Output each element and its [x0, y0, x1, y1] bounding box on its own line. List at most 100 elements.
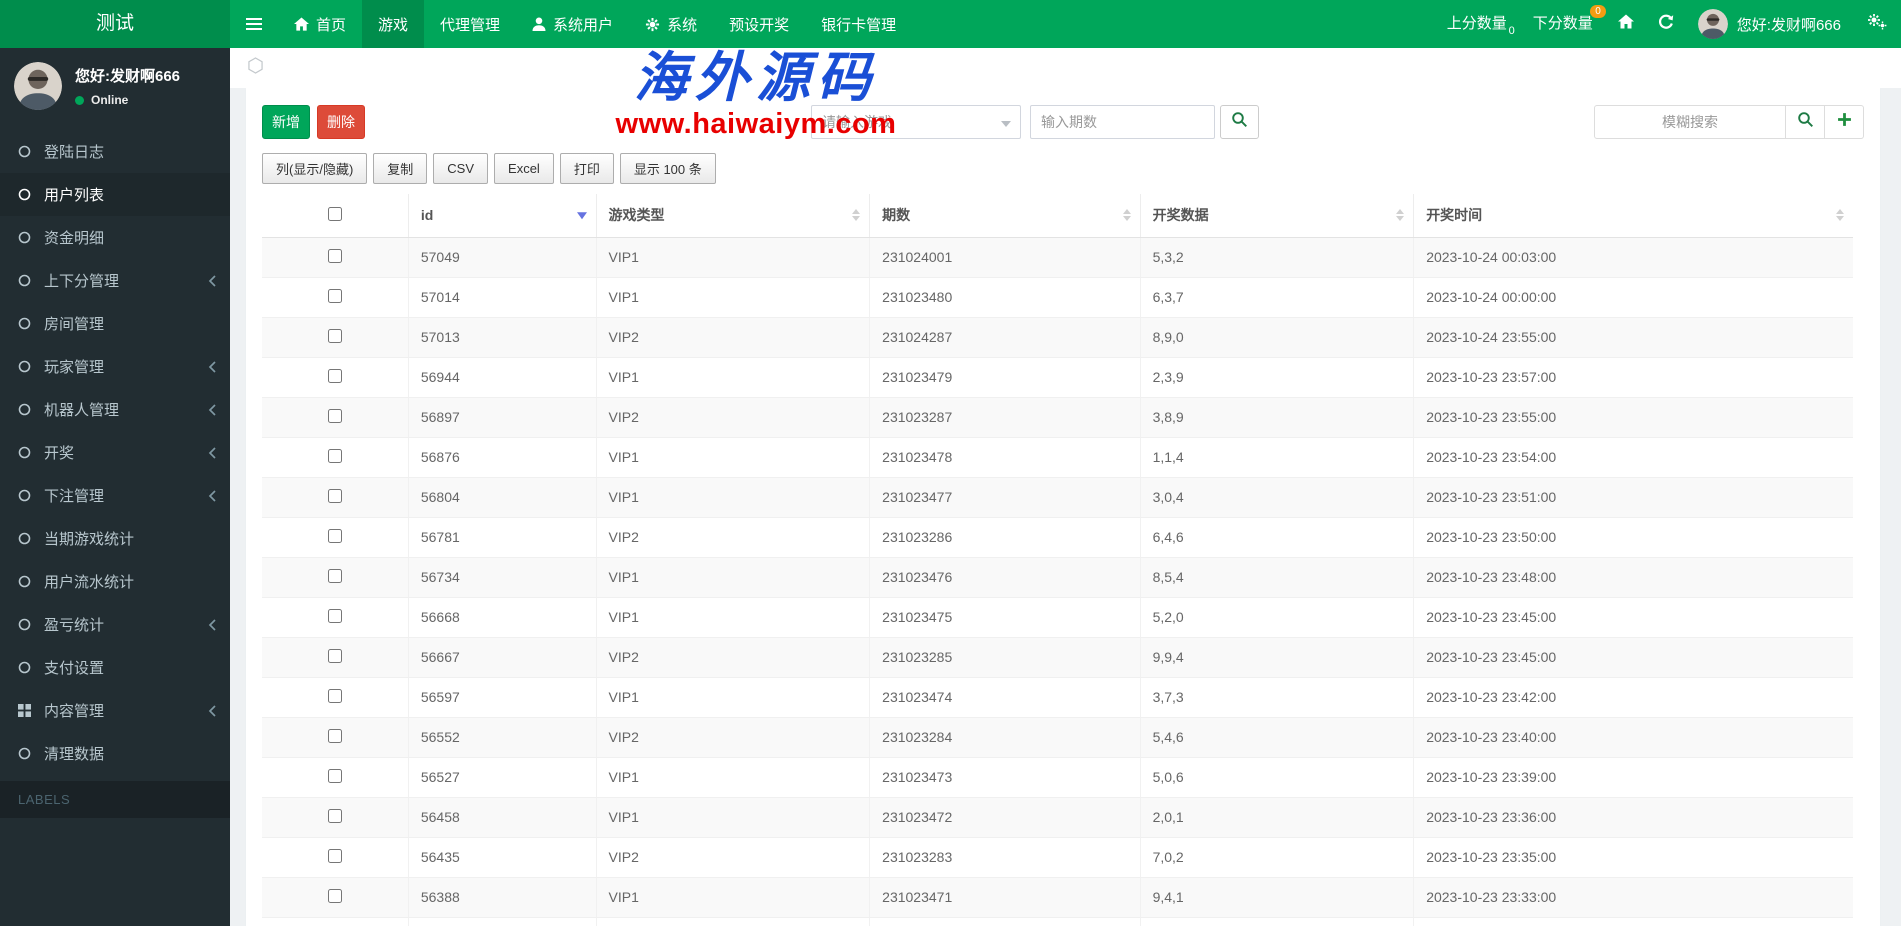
fuzzy-search-button[interactable]	[1786, 105, 1825, 139]
row-checkbox[interactable]	[327, 808, 342, 823]
sort-icon	[1835, 209, 1844, 222]
sidebar-toggle-button[interactable]	[230, 0, 278, 48]
down-score-link[interactable]: 下分数量 0	[1520, 0, 1606, 48]
add-button[interactable]: 新增	[262, 105, 310, 139]
delete-button[interactable]: 删除	[317, 105, 365, 139]
search-button[interactable]	[1220, 105, 1259, 139]
sort-icon	[1396, 209, 1405, 222]
row-checkbox[interactable]	[327, 448, 342, 463]
top-nav-item[interactable]: 游戏	[362, 0, 425, 48]
cell-result: 8,5,4	[1140, 557, 1415, 598]
cell-issue: 231024001	[869, 237, 1141, 278]
row-checkbox[interactable]	[327, 568, 342, 583]
row-checkbox[interactable]	[327, 528, 342, 543]
sidebar-item[interactable]: 当期游戏统计	[0, 517, 230, 560]
brand-title[interactable]: 测试	[0, 0, 230, 48]
sidebar-item[interactable]: 上下分管理	[0, 259, 230, 302]
sidebar-item[interactable]: 下注管理	[0, 474, 230, 517]
circle-icon	[18, 188, 44, 201]
row-checkbox[interactable]	[327, 248, 342, 263]
issue-input[interactable]	[1030, 105, 1215, 139]
sidebar-item[interactable]: 房间管理	[0, 302, 230, 345]
fuzzy-search-input[interactable]	[1594, 105, 1786, 139]
add-row-button[interactable]	[1825, 105, 1864, 139]
sidebar-item[interactable]: 登陆日志	[0, 130, 230, 173]
user-menu[interactable]: 您好:发财啊666	[1686, 0, 1853, 48]
column-header-开奖时间[interactable]: 开奖时间	[1413, 194, 1853, 238]
row-checkbox[interactable]	[327, 688, 342, 703]
row-checkbox[interactable]	[327, 608, 342, 623]
gears-icon	[1867, 13, 1887, 35]
cell-time: 2023-10-23 23:39:00	[1413, 757, 1853, 798]
game-select[interactable]: 请输入游戏	[811, 105, 1021, 139]
cell-issue: 231023478	[869, 437, 1141, 478]
chevron-left-icon	[208, 274, 216, 287]
cell-issue: 231023476	[869, 557, 1141, 598]
datatable-button[interactable]: CSV	[433, 153, 489, 184]
top-nav-item[interactable]: 系统	[629, 0, 713, 48]
sidebar-item[interactable]: 资金明细	[0, 216, 230, 259]
row-checkbox[interactable]	[327, 648, 342, 663]
sidebar-item[interactable]: 清理数据	[0, 732, 230, 775]
row-checkbox[interactable]	[327, 768, 342, 783]
sidebar-item[interactable]: 开奖	[0, 431, 230, 474]
datatable-button[interactable]: 复制	[373, 153, 428, 184]
column-header-开奖数据[interactable]: 开奖数据	[1140, 194, 1415, 238]
row-checkbox[interactable]	[327, 328, 342, 343]
row-checkbox[interactable]	[327, 848, 342, 863]
home-button[interactable]	[1606, 0, 1646, 48]
row-checkbox[interactable]	[327, 888, 342, 903]
datatable-button[interactable]: 列(显示/隐藏)	[262, 153, 368, 184]
row-checkbox[interactable]	[327, 728, 342, 743]
cell-type: VIP2	[596, 637, 871, 678]
user-greeting: 您好:发财啊666	[1736, 16, 1841, 34]
sidebar-item[interactable]: 支付设置	[0, 646, 230, 689]
top-nav-item[interactable]: 银行卡管理	[805, 0, 912, 48]
select-all-checkbox[interactable]	[327, 206, 342, 221]
sidebar-menu: 登陆日志 用户列表 资金明细 上下分管理 房间管理 玩家管理 机器人管理 开奖 下注管理 当期游戏…	[0, 130, 230, 775]
home-icon	[294, 17, 309, 31]
circle-icon	[18, 618, 44, 631]
cell-result: 1,1,4	[1140, 437, 1415, 478]
datatable-buttons: 列(显示/隐藏) 复制 CSV Excel 打印 显示 100 条	[262, 153, 1864, 184]
cell-id: 56458	[408, 797, 597, 838]
cell-result: 9,4,1	[1140, 877, 1415, 918]
sidebar-item[interactable]: 用户列表	[0, 173, 230, 216]
sidebar-item[interactable]: 盈亏统计	[0, 603, 230, 646]
row-checkbox[interactable]	[327, 368, 342, 383]
row-select-cell	[262, 797, 409, 838]
cell-id: 56552	[408, 717, 597, 758]
refresh-icon	[1658, 14, 1674, 35]
sidebar-item[interactable]: 玩家管理	[0, 345, 230, 388]
cell-issue: 231023480	[869, 277, 1141, 318]
row-checkbox[interactable]	[327, 288, 342, 303]
chevron-left-icon	[208, 489, 216, 502]
home-icon	[1617, 14, 1634, 34]
content-header	[230, 48, 1901, 88]
cell-type: VIP1	[596, 597, 871, 638]
hexagon-icon	[248, 57, 263, 79]
column-header-期数[interactable]: 期数	[869, 194, 1141, 238]
sidebar-item[interactable]: 内容管理	[0, 689, 230, 732]
datatable-button[interactable]: Excel	[494, 153, 554, 184]
avatar	[1697, 9, 1728, 39]
datatable-button[interactable]: 打印	[559, 153, 614, 184]
row-checkbox[interactable]	[327, 488, 342, 503]
row-select-cell	[262, 877, 409, 918]
sidebar-item[interactable]: 机器人管理	[0, 388, 230, 431]
top-nav-item[interactable]: 首页	[278, 0, 362, 48]
top-nav-item[interactable]: 代理管理	[424, 0, 516, 48]
top-nav-item[interactable]: 预设开奖	[713, 0, 805, 48]
row-checkbox[interactable]	[327, 408, 342, 423]
sidebar-item[interactable]: 用户流水统计	[0, 560, 230, 603]
refresh-button[interactable]	[1646, 0, 1686, 48]
column-header-游戏类型[interactable]: 游戏类型	[596, 194, 871, 238]
column-header-id[interactable]: id	[408, 194, 597, 238]
topbar-right: 上分数量 0 下分数量 0 您好:发财啊666	[1434, 0, 1901, 48]
up-score-link[interactable]: 上分数量 0	[1434, 0, 1520, 48]
settings-button[interactable]	[1853, 0, 1901, 48]
datatable-button[interactable]: 显示 100 条	[619, 153, 716, 184]
cell-time: 2023-10-23 23:51:00	[1413, 477, 1853, 518]
cell-type: VIP1	[596, 437, 871, 478]
top-nav-item[interactable]: 系统用户	[516, 0, 629, 48]
